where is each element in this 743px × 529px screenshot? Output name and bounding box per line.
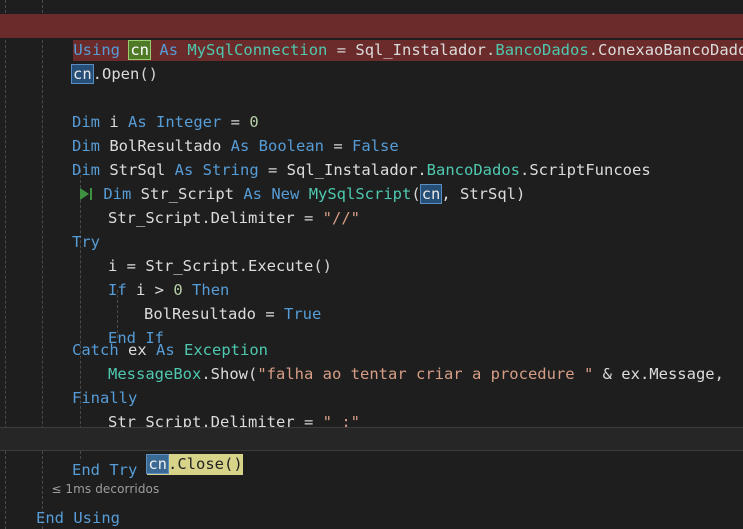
selected-token-cn[interactable]: cn — [146, 454, 169, 474]
code-line-line-open[interactable]: cn.Open() — [0, 62, 743, 86]
code-line-line-if[interactable]: If i > 0 Then — [0, 278, 743, 302]
code-line-line-dim-strscript[interactable]: Dim Str_Script As New MySqlScript(cn, St… — [0, 182, 743, 206]
line-catch-content: Catch ex As Exception — [72, 341, 269, 359]
code-line-line-finally[interactable]: Finally — [0, 386, 743, 410]
current-statement-highlight[interactable]: cn.Close() — [146, 454, 243, 475]
code-line-line-dim-strsql[interactable]: Dim StrSql As String = Sql_Instalador.Ba… — [0, 158, 743, 182]
current-statement-content: cn.Close() — [37, 452, 243, 476]
line-open-content: cn.Open() — [71, 64, 159, 84]
line-delimiter-1-content: Str_Script.Delimiter = "//" — [108, 209, 360, 227]
line-bolresultado-true-content: BolResultado = True — [144, 305, 322, 323]
code-line-using-content: Using cn As MySqlConnection = Sql_Instal… — [37, 38, 743, 62]
code-editor[interactable]: Using cn As MySqlConnection = Sql_Instal… — [0, 0, 743, 529]
line-execute-content: i = Str_Script.Execute() — [108, 257, 332, 275]
line-dim-bolresultado-content: Dim BolResultado As Boolean = False — [72, 137, 399, 155]
line-try-content: Try — [72, 233, 100, 251]
line-finally-content: Finally — [72, 389, 138, 407]
code-line-line-dim-i[interactable]: Dim i As Integer = 0 — [0, 110, 743, 134]
code-line-line-end-using[interactable]: End Using — [0, 506, 743, 529]
line-dim-strsql-content: Dim StrSql As String = Sql_Instalador.Ba… — [72, 161, 651, 179]
code-line-line-bolresultado-true[interactable]: BolResultado = True — [0, 302, 743, 326]
line-if-content: If i > 0 Then — [108, 281, 230, 299]
selected-token-cn[interactable]: cn — [419, 184, 443, 204]
code-line-line-try[interactable]: Try — [0, 230, 743, 254]
selected-token-cn[interactable]: cn — [128, 40, 151, 60]
line-messagebox-content: MessageBox.Show("falha ao tentar criar a… — [108, 365, 724, 383]
selected-token-cn[interactable]: cn — [71, 64, 94, 84]
line-dim-i-content: Dim i As Integer = 0 — [72, 113, 259, 131]
code-line-line-execute[interactable]: i = Str_Script.Execute() — [0, 254, 743, 278]
code-line-line-messagebox[interactable]: MessageBox.Show("falha ao tentar criar a… — [0, 362, 743, 386]
line-dim-strscript-content: Dim Str_Script As New MySqlScript(cn, St… — [0, 182, 525, 206]
code-line-line-dim-bolresultado[interactable]: Dim BolResultado As Boolean = False — [0, 134, 743, 158]
run-to-cursor-icon[interactable] — [80, 187, 94, 200]
code-line-using[interactable]: Using cn As MySqlConnection = Sql_Instal… — [0, 14, 743, 61]
perf-tip-label: ≤ 1ms decorridos — [51, 482, 160, 496]
code-line-line-delimiter-1[interactable]: Str_Script.Delimiter = "//" — [0, 206, 743, 230]
code-line-line-catch[interactable]: Catch ex As Exception — [0, 338, 743, 362]
code-line-cn-close[interactable]: cn.Close() ≤ 1ms decorridos — [0, 428, 743, 496]
